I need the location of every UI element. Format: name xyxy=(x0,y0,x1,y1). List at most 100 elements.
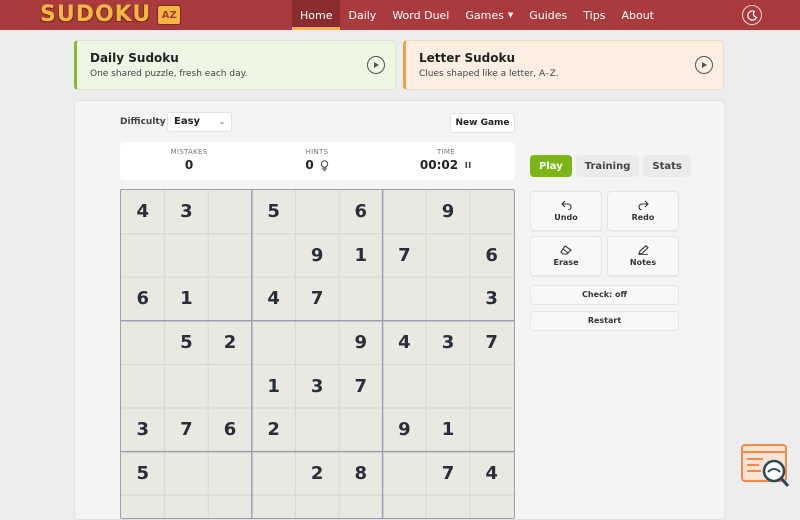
sudoku-cell[interactable] xyxy=(470,190,514,234)
sudoku-cell[interactable]: 4 xyxy=(252,277,296,321)
site-logo[interactable]: SUDOKU AZ xyxy=(40,2,182,27)
undo-label: Undo xyxy=(554,213,578,222)
sudoku-cell[interactable]: 4 xyxy=(383,321,427,365)
sudoku-cell[interactable]: 3 xyxy=(165,190,209,234)
nav-about[interactable]: About xyxy=(613,0,662,30)
sudoku-cell[interactable] xyxy=(252,321,296,365)
sudoku-cell[interactable]: 9 xyxy=(383,408,427,452)
restart-button[interactable]: Restart xyxy=(530,311,679,331)
sudoku-cell[interactable] xyxy=(383,452,427,496)
chevron-down-icon: ⌄ xyxy=(219,118,225,126)
sudoku-cell[interactable]: 6 xyxy=(470,234,514,278)
sudoku-cell[interactable]: 2 xyxy=(295,452,339,496)
nav-tips[interactable]: Tips xyxy=(575,0,613,30)
sudoku-cell[interactable] xyxy=(208,190,252,234)
sudoku-cell[interactable] xyxy=(295,190,339,234)
sudoku-cell[interactable]: 7 xyxy=(470,321,514,365)
promo-title: Letter Sudoku xyxy=(419,51,516,65)
sudoku-cell[interactable] xyxy=(121,234,165,278)
time-value: 00:02 xyxy=(419,158,459,172)
logo-text: SUDOKU xyxy=(40,2,152,27)
sudoku-cell[interactable]: 1 xyxy=(165,277,209,321)
daily-sudoku-card[interactable]: Daily Sudoku One shared puzzle, fresh ea… xyxy=(74,40,396,90)
sudoku-cell[interactable]: 9 xyxy=(426,190,470,234)
nav-word-duel[interactable]: Word Duel xyxy=(384,0,457,30)
sudoku-cell[interactable] xyxy=(470,408,514,452)
tab-training[interactable]: Training xyxy=(575,155,640,177)
sudoku-cell[interactable]: 2 xyxy=(208,321,252,365)
sudoku-cell[interactable] xyxy=(426,364,470,408)
sudoku-cell[interactable] xyxy=(295,408,339,452)
sudoku-cell[interactable] xyxy=(252,452,296,496)
sudoku-cell[interactable] xyxy=(470,364,514,408)
nav-games[interactable]: Games ▼ xyxy=(457,0,521,30)
sudoku-cell[interactable] xyxy=(252,234,296,278)
sudoku-cell[interactable] xyxy=(121,364,165,408)
sudoku-cell[interactable] xyxy=(208,234,252,278)
redo-button[interactable]: Redo xyxy=(607,191,679,231)
sudoku-cell[interactable] xyxy=(165,452,209,496)
sudoku-cell[interactable] xyxy=(383,277,427,321)
sudoku-cell[interactable]: 1 xyxy=(252,364,296,408)
sudoku-cell[interactable]: 7 xyxy=(383,234,427,278)
nav-home-label: Home xyxy=(300,8,333,22)
sudoku-cell[interactable]: 7 xyxy=(165,408,209,452)
sudoku-cell[interactable]: 4 xyxy=(470,452,514,496)
sudoku-cell[interactable] xyxy=(121,321,165,365)
nav-guides[interactable]: Guides xyxy=(521,0,575,30)
sudoku-cell[interactable] xyxy=(295,321,339,365)
sudoku-cell[interactable]: 2 xyxy=(252,408,296,452)
moon-icon xyxy=(746,9,757,21)
tab-play[interactable]: Play xyxy=(530,155,572,177)
sudoku-cell[interactable] xyxy=(208,452,252,496)
sudoku-cell[interactable]: 7 xyxy=(295,277,339,321)
play-icon[interactable] xyxy=(367,56,385,74)
sudoku-cell[interactable]: 5 xyxy=(165,321,209,365)
sudoku-cell[interactable]: 1 xyxy=(426,408,470,452)
mistakes-value: 0 xyxy=(184,158,194,172)
sudoku-cell[interactable]: 5 xyxy=(121,452,165,496)
sudoku-cell[interactable] xyxy=(383,190,427,234)
erase-button[interactable]: Erase xyxy=(530,236,602,276)
sudoku-cell[interactable] xyxy=(208,277,252,321)
pencil-icon xyxy=(637,245,649,255)
sudoku-cell[interactable] xyxy=(383,364,427,408)
sudoku-cell[interactable]: 3 xyxy=(470,277,514,321)
lightbulb-icon[interactable] xyxy=(320,159,329,171)
sudoku-cell[interactable]: 5 xyxy=(252,190,296,234)
theme-toggle-button[interactable] xyxy=(742,5,762,25)
sudoku-cell[interactable]: 1 xyxy=(339,234,383,278)
letter-sudoku-card[interactable]: Letter Sudoku Clues shaped like a letter… xyxy=(403,40,724,90)
nav-home[interactable]: Home xyxy=(292,0,341,30)
sudoku-cell[interactable] xyxy=(339,277,383,321)
sudoku-cell[interactable]: 6 xyxy=(208,408,252,452)
sudoku-cell[interactable]: 6 xyxy=(121,277,165,321)
sudoku-cell[interactable]: 9 xyxy=(339,321,383,365)
tab-stats[interactable]: Stats xyxy=(643,155,691,177)
sudoku-cell[interactable] xyxy=(426,234,470,278)
sudoku-cell[interactable] xyxy=(339,408,383,452)
sudoku-cell[interactable]: 6 xyxy=(339,190,383,234)
new-game-button[interactable]: New Game xyxy=(450,113,515,133)
redo-icon xyxy=(638,200,649,210)
sudoku-cell[interactable]: 4 xyxy=(121,190,165,234)
sudoku-cell[interactable] xyxy=(165,234,209,278)
sudoku-cell[interactable]: 9 xyxy=(295,234,339,278)
sudoku-cell[interactable]: 7 xyxy=(426,452,470,496)
notes-button[interactable]: Notes xyxy=(607,236,679,276)
sudoku-cell[interactable] xyxy=(208,364,252,408)
difficulty-select[interactable]: Easy ⌄ xyxy=(167,112,232,132)
undo-button[interactable]: Undo xyxy=(530,191,602,231)
play-icon[interactable] xyxy=(695,56,713,74)
pause-icon[interactable] xyxy=(464,161,472,169)
sudoku-cell[interactable]: 8 xyxy=(339,452,383,496)
sudoku-cell[interactable]: 3 xyxy=(426,321,470,365)
sudoku-cell[interactable]: 3 xyxy=(121,408,165,452)
sudoku-cell[interactable] xyxy=(165,364,209,408)
sudoku-cell[interactable]: 7 xyxy=(339,364,383,408)
sudoku-cell[interactable] xyxy=(426,277,470,321)
search-help-icon[interactable] xyxy=(741,444,791,490)
sudoku-cell[interactable]: 3 xyxy=(295,364,339,408)
check-toggle-button[interactable]: Check: off xyxy=(530,285,679,305)
nav-daily[interactable]: Daily xyxy=(340,0,384,30)
